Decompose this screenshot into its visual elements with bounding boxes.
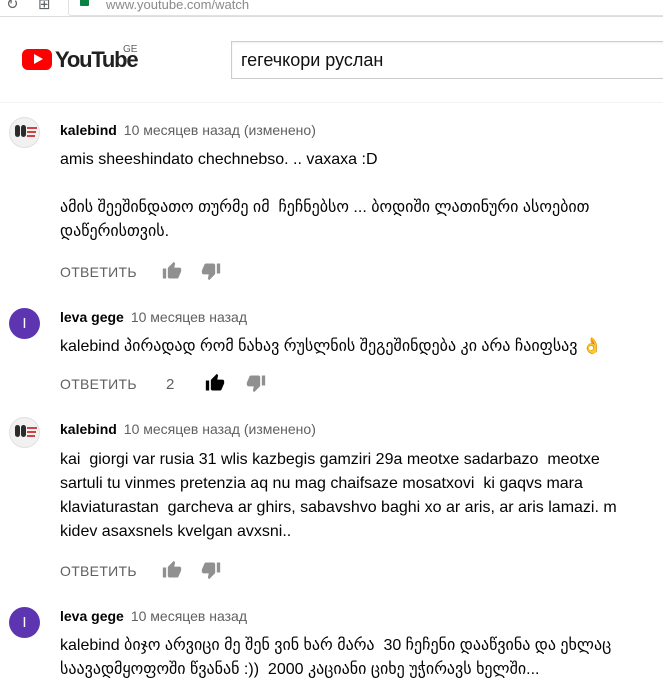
avatar[interactable]: I (9, 607, 40, 638)
reply-button[interactable]: ОТВЕТИТЬ (60, 376, 137, 392)
reply-button[interactable]: ОТВЕТИТЬ (60, 264, 137, 280)
dislike-icon[interactable] (201, 560, 221, 580)
like-icon[interactable] (162, 560, 182, 580)
secure-lock-icon (80, 0, 89, 6)
comment-meta: leva gege 10 месяцев назад (60, 309, 247, 325)
comment-text: kalebind პირადად რომ ნახავ რუსლნის შეგეშ… (60, 338, 602, 355)
header-divider (0, 102, 663, 103)
search-query: гегечкори руслан (241, 50, 384, 70)
like-icon[interactable] (205, 373, 225, 393)
dislike-icon[interactable] (246, 373, 266, 393)
browser-toolbar: ↻ ⊞ www.youtube.com/watch (0, 0, 663, 17)
comment-author[interactable]: leva gege (60, 608, 124, 624)
like-icon[interactable] (162, 261, 182, 281)
reload-icon[interactable]: ↻ (6, 0, 19, 13)
comment-time[interactable]: 10 месяцев назад (изменено) (124, 421, 316, 437)
youtube-play-icon (22, 49, 52, 70)
search-input[interactable]: гегечкори руслан (231, 41, 663, 79)
comment-time[interactable]: 10 месяцев назад (131, 608, 247, 624)
country-code: GE (123, 44, 138, 55)
comment-time[interactable]: 10 месяцев назад (изменено) (124, 122, 316, 138)
comment-text: kalebind ბიჯო არვიცი მე შენ ვინ ხარ მარა… (60, 637, 612, 678)
comment-author[interactable]: leva gege (60, 309, 124, 325)
avatar[interactable] (9, 117, 40, 148)
comment-time[interactable]: 10 месяцев назад (131, 309, 247, 325)
comment-author[interactable]: kalebind (60, 421, 117, 437)
comment-meta: kalebind 10 месяцев назад (изменено) (60, 122, 316, 138)
apps-grid-icon[interactable]: ⊞ (38, 0, 51, 13)
comment-text: kai giorgi var rusia 31 wlis kazbegis ga… (60, 451, 617, 540)
comment-author[interactable]: kalebind (60, 122, 117, 138)
dislike-icon[interactable] (201, 261, 221, 281)
avatar[interactable] (9, 417, 40, 448)
like-count: 2 (166, 376, 175, 393)
comment-meta: leva gege 10 месяцев назад (60, 608, 247, 624)
youtube-header: YouTube GE гегечкори руслан (0, 17, 663, 103)
avatar[interactable]: I (9, 308, 40, 339)
comment-meta: kalebind 10 месяцев назад (изменено) (60, 421, 316, 437)
comment-text: amis sheeshindato chechnebso. .. vaxaxa … (60, 151, 590, 240)
url-text: www.youtube.com/watch (106, 0, 250, 12)
reply-button[interactable]: ОТВЕТИТЬ (60, 563, 137, 579)
address-bar[interactable]: www.youtube.com/watch (68, 0, 663, 16)
